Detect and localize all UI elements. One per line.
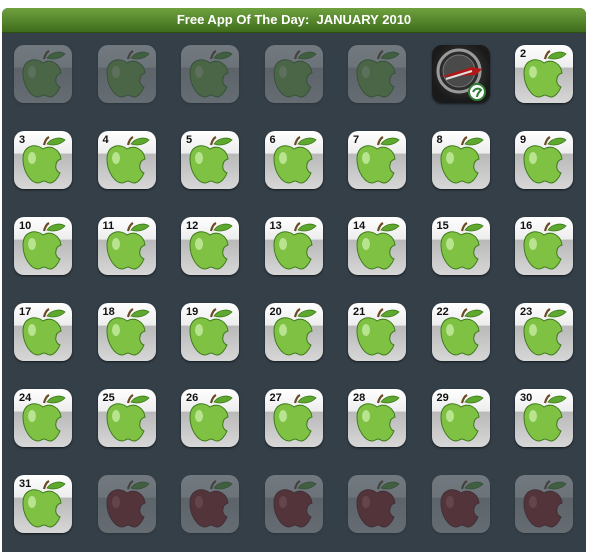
calendar-day-tile[interactable]: 24 bbox=[14, 389, 72, 447]
calendar-day-tile[interactable]: 14 bbox=[348, 217, 406, 275]
calendar-day-tile[interactable]: 30 bbox=[515, 389, 573, 447]
day-number: 23 bbox=[520, 306, 533, 318]
day-number: 4 bbox=[102, 134, 109, 146]
calendar-day-tile[interactable]: 7 bbox=[348, 131, 406, 189]
calendar-day-tile[interactable]: 16 bbox=[515, 217, 573, 275]
day-number: 28 bbox=[353, 392, 366, 404]
calendar-day-empty bbox=[97, 45, 156, 103]
day-number: 9 bbox=[520, 134, 527, 146]
calendar-day-empty bbox=[264, 475, 323, 533]
calendar-day-empty bbox=[348, 45, 406, 103]
day-number: 16 bbox=[520, 220, 533, 232]
day-number: 21 bbox=[353, 306, 366, 318]
day-number: 14 bbox=[353, 220, 366, 232]
day-number: 8 bbox=[436, 134, 443, 146]
day-number: 18 bbox=[102, 306, 115, 318]
calendar-day-empty bbox=[264, 45, 323, 103]
day-number: 29 bbox=[436, 392, 449, 404]
day-number: 26 bbox=[186, 392, 199, 404]
calendar-day-empty bbox=[515, 475, 573, 533]
day-number: 22 bbox=[436, 306, 449, 318]
calendar-day-tile[interactable]: 11 bbox=[97, 217, 156, 275]
day-number: 12 bbox=[186, 220, 199, 232]
calendar-day-empty bbox=[348, 475, 406, 533]
day-number: 19 bbox=[186, 306, 199, 318]
calendar-day-tile[interactable]: 29 bbox=[431, 389, 490, 447]
calendar-day-empty bbox=[14, 45, 72, 103]
featured-app-tile[interactable] bbox=[431, 45, 490, 103]
day-number: 15 bbox=[436, 220, 449, 232]
day-number: 13 bbox=[269, 220, 282, 232]
calendar-day-tile[interactable]: 10 bbox=[14, 217, 72, 275]
calendar-day-tile[interactable]: 9 bbox=[515, 131, 573, 189]
calendar-day-tile[interactable]: 31 bbox=[14, 475, 72, 533]
calendar-day-tile[interactable]: 19 bbox=[181, 303, 239, 361]
calendar-day-tile[interactable]: 21 bbox=[348, 303, 406, 361]
calendar-day-tile[interactable]: 4 bbox=[97, 131, 156, 189]
day-number: 17 bbox=[19, 306, 32, 318]
day-number: 10 bbox=[19, 220, 32, 232]
calendar-day-empty bbox=[97, 475, 156, 533]
calendar-title: Free App Of The Day: JANUARY 2010 bbox=[176, 12, 412, 27]
calendar-day-tile[interactable]: 18 bbox=[97, 303, 156, 361]
day-number: 6 bbox=[269, 134, 276, 146]
calendar-panel: Free App Of The Day: JANUARY 2010 234567… bbox=[2, 8, 586, 552]
calendar-day-tile[interactable]: 8 bbox=[431, 131, 490, 189]
calendar-day-tile[interactable]: 23 bbox=[515, 303, 573, 361]
calendar-day-tile[interactable]: 25 bbox=[97, 389, 156, 447]
calendar-day-tile[interactable]: 5 bbox=[181, 131, 239, 189]
day-number: 7 bbox=[353, 134, 360, 146]
day-number: 24 bbox=[19, 392, 32, 404]
day-number: 31 bbox=[19, 478, 32, 490]
day-number: 3 bbox=[19, 134, 26, 146]
calendar-day-empty bbox=[431, 475, 490, 533]
day-number: 5 bbox=[186, 134, 193, 146]
calendar-day-empty bbox=[181, 45, 239, 103]
calendar-day-tile[interactable]: 15 bbox=[431, 217, 490, 275]
calendar-day-tile[interactable]: 6 bbox=[264, 131, 323, 189]
day-number: 2 bbox=[520, 48, 527, 60]
calendar-day-tile[interactable]: 3 bbox=[14, 131, 72, 189]
day-number: 20 bbox=[269, 306, 282, 318]
calendar-day-tile[interactable]: 26 bbox=[181, 389, 239, 447]
calendar-day-tile[interactable]: 22 bbox=[431, 303, 490, 361]
day-number: 27 bbox=[269, 392, 282, 404]
calendar-day-tile[interactable]: 12 bbox=[181, 217, 239, 275]
calendar-day-tile[interactable]: 28 bbox=[348, 389, 406, 447]
calendar-day-empty bbox=[181, 475, 239, 533]
calendar-day-tile[interactable]: 17 bbox=[14, 303, 72, 361]
calendar-day-tile[interactable]: 20 bbox=[264, 303, 323, 361]
day-number: 25 bbox=[102, 392, 115, 404]
day-number: 11 bbox=[102, 220, 115, 232]
calendar-day-tile[interactable]: 13 bbox=[264, 217, 323, 275]
day-number: 30 bbox=[520, 392, 533, 404]
calendar-header: Free App Of The Day: JANUARY 2010 bbox=[2, 8, 586, 33]
calendar-day-tile[interactable]: 2 bbox=[515, 45, 573, 103]
calendar-day-tile[interactable]: 27 bbox=[264, 389, 323, 447]
